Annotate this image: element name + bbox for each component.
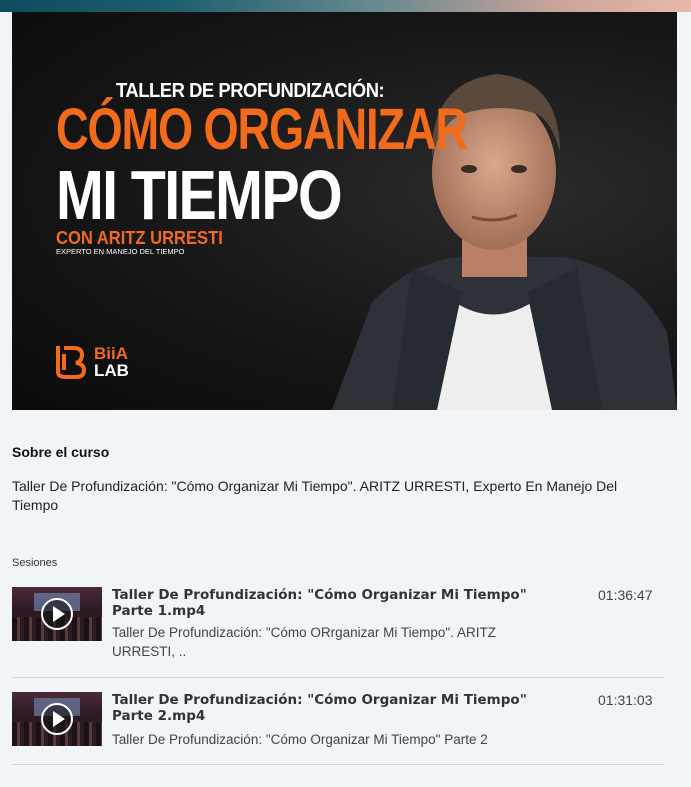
session-title[interactable]: Taller De Profundización: "Cómo Organiza… bbox=[112, 692, 552, 724]
biia-logo-icon bbox=[56, 346, 87, 379]
banner-headline-1: CÓMO ORGANIZAR bbox=[56, 97, 468, 162]
session-item-1[interactable]: Taller De Profundización: "Cómo Organiza… bbox=[12, 587, 664, 678]
banner-presenter-role: EXPERTO EN MANEJO DEL TIEMPO bbox=[56, 247, 185, 256]
session-duration: 01:31:03 bbox=[598, 692, 653, 708]
session-description: Taller De Profundización: "Cómo ORrganiz… bbox=[112, 625, 496, 659]
banner-presenter: CON ARITZ URRESTI bbox=[56, 228, 223, 248]
play-icon[interactable] bbox=[41, 598, 73, 630]
biia-lab-logo: BiiA LAB bbox=[54, 342, 144, 382]
banner-headline-2: MI TIEMPO bbox=[56, 156, 343, 234]
logo-text-bottom: LAB bbox=[94, 361, 129, 380]
session-duration: 01:36:47 bbox=[598, 587, 653, 603]
session-item-2[interactable]: Taller De Profundización: "Cómo Organiza… bbox=[12, 692, 664, 765]
play-icon[interactable] bbox=[41, 703, 73, 735]
top-header-strip bbox=[0, 0, 691, 12]
session-title[interactable]: Taller De Profundización: "Cómo Organiza… bbox=[112, 587, 552, 619]
course-banner: TALLER DE PROFUNDIZACIÓN: CÓMO ORGANIZAR… bbox=[12, 12, 677, 410]
about-heading: Sobre el curso bbox=[12, 444, 110, 460]
session-thumbnail[interactable] bbox=[12, 692, 102, 746]
session-description: Taller De Profundización: "Cómo Organiza… bbox=[112, 732, 488, 747]
session-thumbnail[interactable] bbox=[12, 587, 102, 641]
sessions-label: Sesiones bbox=[12, 557, 58, 569]
course-description: Taller De Profundización: "Cómo Organiza… bbox=[12, 478, 618, 513]
